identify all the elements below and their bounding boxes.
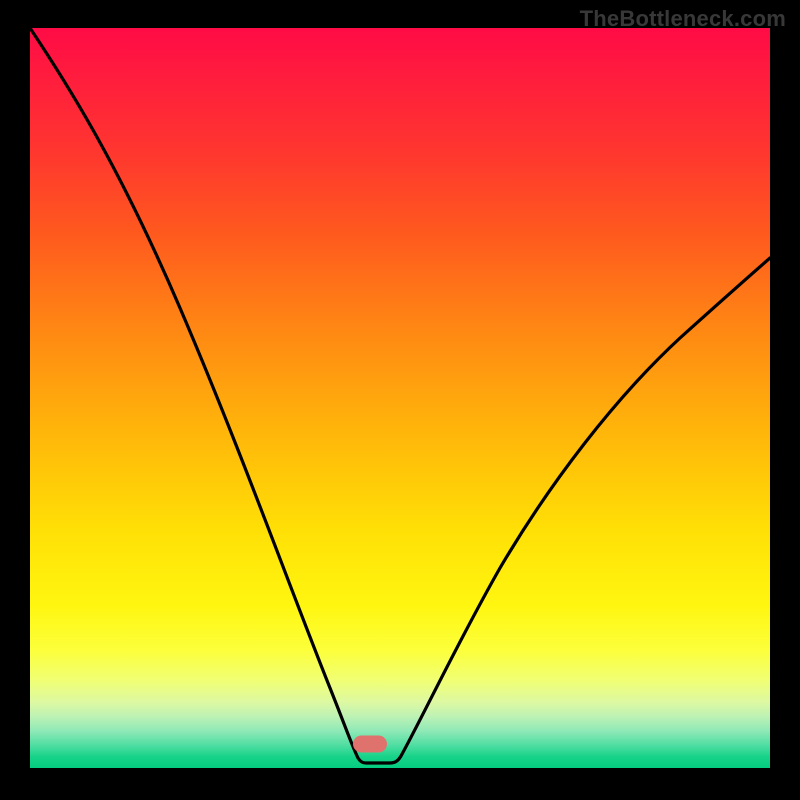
curve-layer	[30, 28, 770, 768]
chart-frame: TheBottleneck.com	[0, 0, 800, 800]
optimum-marker	[353, 736, 387, 753]
watermark-text: TheBottleneck.com	[580, 6, 786, 32]
bottleneck-curve	[30, 28, 770, 763]
plot-area	[30, 28, 770, 768]
